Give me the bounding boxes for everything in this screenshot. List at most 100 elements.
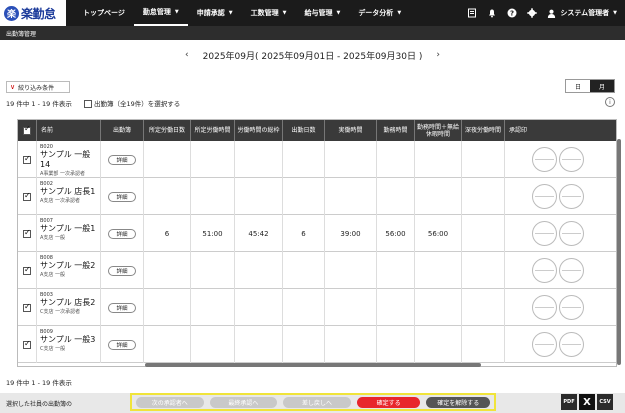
stamp-group <box>532 295 584 320</box>
user-icon <box>548 9 556 18</box>
filter-conditions-button[interactable]: ∨ 絞り込み条件 <box>6 81 70 93</box>
row-checkbox[interactable] <box>23 154 31 164</box>
chevron-down-icon: ▼ <box>336 10 341 16</box>
row-checkbox-cell <box>18 326 37 363</box>
action-button[interactable]: 確定を解除する <box>426 396 490 408</box>
value-cell <box>462 326 505 363</box>
value-cell <box>415 326 462 363</box>
column-header: 承認印 <box>505 120 616 141</box>
header-select-checkbox-cell <box>18 120 37 141</box>
row-checkbox[interactable] <box>23 191 31 201</box>
value-cell <box>415 141 462 178</box>
employee-name[interactable]: サンプル 一般14 <box>40 150 100 170</box>
nav-item-0[interactable]: トップページ <box>74 0 134 26</box>
period-label: 2025年09月( 2025年09月01日 - 2025年09月30日 ) <box>202 51 423 62</box>
stamp-group <box>532 221 584 246</box>
nav-item-5[interactable]: データ分析 ▼ <box>349 0 410 26</box>
approval-stamps-cell <box>505 326 616 363</box>
horizontal-scrollbar[interactable] <box>145 363 481 367</box>
vertical-scrollbar[interactable] <box>617 139 621 365</box>
detail-cell: 詳細 <box>101 215 144 252</box>
detail-button[interactable]: 詳細 <box>108 154 136 165</box>
bell-icon[interactable] <box>487 8 497 18</box>
csv-export-icon[interactable]: CSV <box>597 394 613 410</box>
table-row: B003サンプル 店長2C支店 一次承認者詳細 <box>18 289 616 326</box>
next-period-button[interactable]: › <box>436 50 440 60</box>
nav-item-2[interactable]: 申請承認 ▼ <box>188 0 242 26</box>
action-button[interactable]: 次の承認者へ <box>136 396 204 408</box>
row-checkbox[interactable] <box>23 339 31 349</box>
approval-stamp <box>559 221 584 246</box>
excel-export-icon[interactable]: X <box>579 394 595 410</box>
action-button[interactable]: 確定する <box>356 396 421 408</box>
table-row: B008サンプル 一般2A支店 一般詳細 <box>18 252 616 289</box>
action-button[interactable]: 最終承認へ <box>209 396 278 408</box>
value-cell <box>144 252 191 289</box>
app-logo[interactable]: 楽 楽勤怠 <box>0 0 66 26</box>
chevron-down-icon: ▼ <box>397 10 402 16</box>
detail-button[interactable]: 詳細 <box>108 339 136 350</box>
attendance-table: 名前出勤簿所定労働日数所定労働時間労働時間の総枠出勤日数実働時間勤務時間勤務時間… <box>17 119 617 367</box>
pdf-export-icon[interactable]: PDF <box>561 394 577 410</box>
action-button[interactable]: 差し戻しへ <box>283 396 351 408</box>
approval-stamp <box>559 258 584 283</box>
employee-name-cell: B020 サンプル 一般14 A事業部 一次承認者 <box>37 141 101 178</box>
table-row: B002サンプル 店長1A支店 一次承認者詳細 <box>18 178 616 215</box>
document-icon[interactable] <box>467 8 477 18</box>
help-icon[interactable]: ? <box>507 8 517 18</box>
row-checkbox-cell <box>18 178 37 215</box>
employee-affiliation: C支店 一般 <box>40 346 66 352</box>
select-all-label: 出勤簿（全19件）を選択する <box>93 100 181 108</box>
employee-name[interactable]: サンプル 一般2 <box>40 261 95 271</box>
detail-button[interactable]: 詳細 <box>108 228 136 239</box>
day-view-button[interactable]: 日 <box>566 80 590 92</box>
detail-button[interactable]: 詳細 <box>108 302 136 313</box>
detail-button[interactable]: 詳細 <box>108 191 136 202</box>
value-cell <box>191 326 235 363</box>
prev-period-button[interactable]: ‹ <box>185 50 189 60</box>
chevron-down-icon: ▼ <box>174 9 179 15</box>
user-menu[interactable]: システム管理者 ▼ <box>547 8 617 18</box>
employee-affiliation: A事業部 一次承認者 <box>40 171 86 177</box>
header-checkbox[interactable] <box>23 125 31 135</box>
column-header: 所定労働時間 <box>191 120 235 141</box>
top-navigation-bar: 楽 楽勤怠 トップページ 勤怠管理 ▼ 申請承認 ▼ 工数管理 ▼ 給与管理 ▼ データ分析 ▼ ?… <box>0 0 625 26</box>
stamp-group <box>532 332 584 357</box>
value-cell <box>144 326 191 363</box>
chevron-down-icon: ▼ <box>282 10 287 16</box>
nav-item-label: 申請承認 <box>196 9 225 17</box>
column-header: 所定労働日数 <box>144 120 191 141</box>
row-checkbox[interactable] <box>23 265 31 275</box>
row-checkbox-cell <box>18 215 37 252</box>
result-count-bottom: 19 件中 1 - 19 件表示 <box>6 379 72 387</box>
detail-button[interactable]: 詳細 <box>108 265 136 276</box>
gear-icon[interactable] <box>527 8 538 18</box>
row-checkbox-cell <box>18 289 37 326</box>
employee-name[interactable]: サンプル 一般3 <box>40 335 95 345</box>
stamp-group <box>532 147 584 172</box>
period-selector: ‹ 2025年09月( 2025年09月01日 - 2025年09月30日 ) … <box>0 47 625 63</box>
stamp-group <box>532 184 584 209</box>
value-cell <box>235 326 283 363</box>
employee-name[interactable]: サンプル 店長2 <box>40 298 95 308</box>
detail-cell: 詳細 <box>101 141 144 178</box>
value-cell <box>235 289 283 326</box>
view-toggle: 日 月 <box>565 79 615 93</box>
column-header: 出勤日数 <box>283 120 325 141</box>
row-checkbox[interactable] <box>23 228 31 238</box>
info-icon[interactable]: i <box>605 97 615 107</box>
value-cell <box>377 178 415 215</box>
row-checkbox[interactable] <box>23 302 31 312</box>
value-cell <box>415 289 462 326</box>
select-all-option[interactable]: 出勤簿（全19件）を選択する <box>83 98 181 108</box>
value-cell <box>144 178 191 215</box>
nav-item-4[interactable]: 給与管理 ▼ <box>295 0 349 26</box>
approval-stamp <box>559 332 584 357</box>
nav-item-3[interactable]: 工数管理 ▼ <box>242 0 296 26</box>
employee-name[interactable]: サンプル 店長1 <box>40 187 95 197</box>
value-cell <box>144 289 191 326</box>
employee-name[interactable]: サンプル 一般1 <box>40 224 95 234</box>
month-view-button[interactable]: 月 <box>590 80 614 92</box>
select-all-checkbox[interactable] <box>83 100 92 108</box>
nav-item-1[interactable]: 勤怠管理 ▼ <box>133 0 188 26</box>
